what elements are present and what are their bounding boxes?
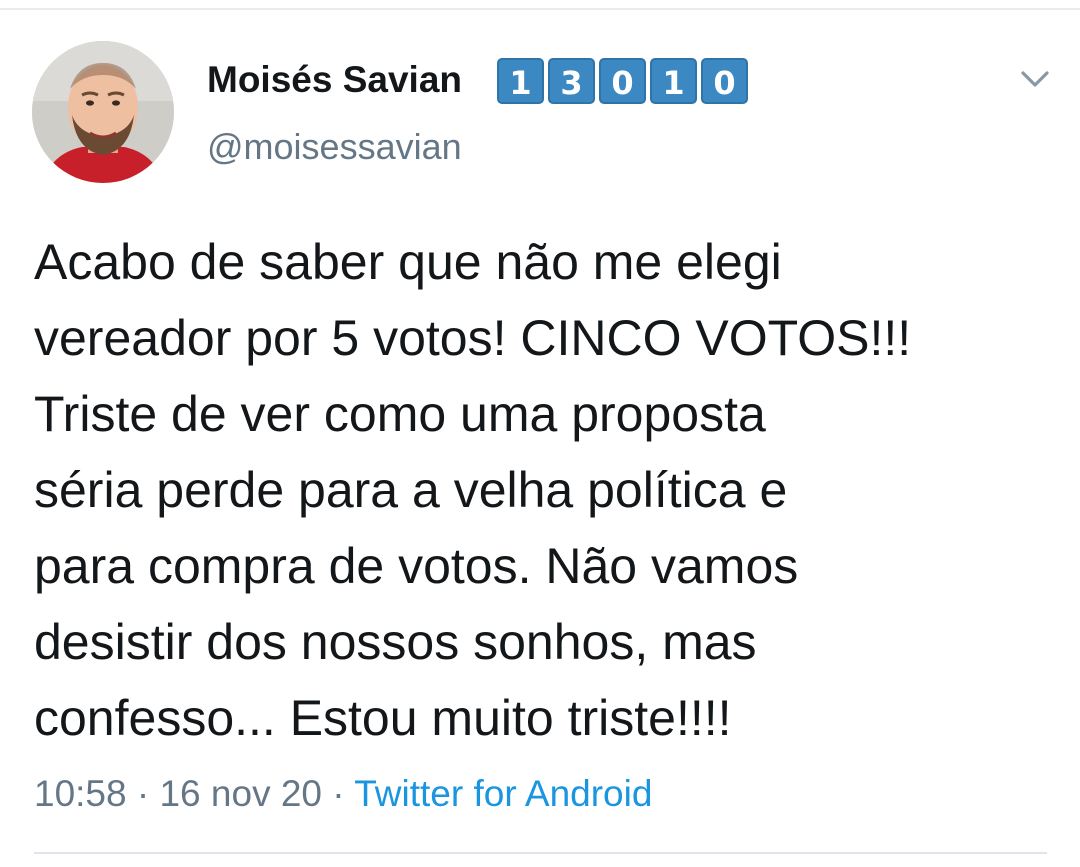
digit-badge: 1	[650, 58, 697, 104]
tweet-text: Acabo de saber que não me elegi vereador …	[34, 224, 1064, 756]
digit-badge: 3	[548, 58, 595, 104]
name-emoji-badges: 1 3 0 1 0	[497, 58, 748, 104]
tweet-meta: 10:58 · 16 nov 20 · Twitter for Android	[34, 770, 652, 818]
digit-badge: 0	[599, 58, 646, 104]
meta-separator: ·	[332, 773, 345, 814]
tweet-time: 10:58	[34, 773, 127, 814]
tweet-text-line: para compra de votos. Não vamos	[34, 538, 799, 594]
profile-photo	[32, 41, 174, 183]
bottom-divider	[34, 852, 1047, 854]
chevron-down-icon[interactable]	[1018, 66, 1052, 92]
tweet-source-link[interactable]: Twitter for Android	[354, 773, 652, 814]
digit-badge: 0	[701, 58, 748, 104]
display-name[interactable]: Moisés Savian	[207, 57, 462, 103]
tweet-date: 16 nov 20	[159, 773, 323, 814]
top-divider	[0, 8, 1080, 10]
tweet-text-line: vereador por 5 votos! CINCO VOTOS!!!	[34, 310, 912, 366]
tweet-text-line: Acabo de saber que não me elegi	[34, 234, 782, 290]
tweet-text-line: séria perde para a velha política e	[34, 462, 788, 518]
user-handle[interactable]: @moisessavian	[207, 124, 462, 170]
meta-separator: ·	[136, 773, 150, 814]
tweet-text-line: confesso... Estou muito triste!!!!	[34, 690, 732, 746]
avatar[interactable]	[32, 41, 174, 183]
tweet-text-line: Triste de ver como uma proposta	[34, 386, 766, 442]
digit-badge: 1	[497, 58, 544, 104]
tweet-text-line: desistir dos nossos sonhos, mas	[34, 614, 757, 670]
